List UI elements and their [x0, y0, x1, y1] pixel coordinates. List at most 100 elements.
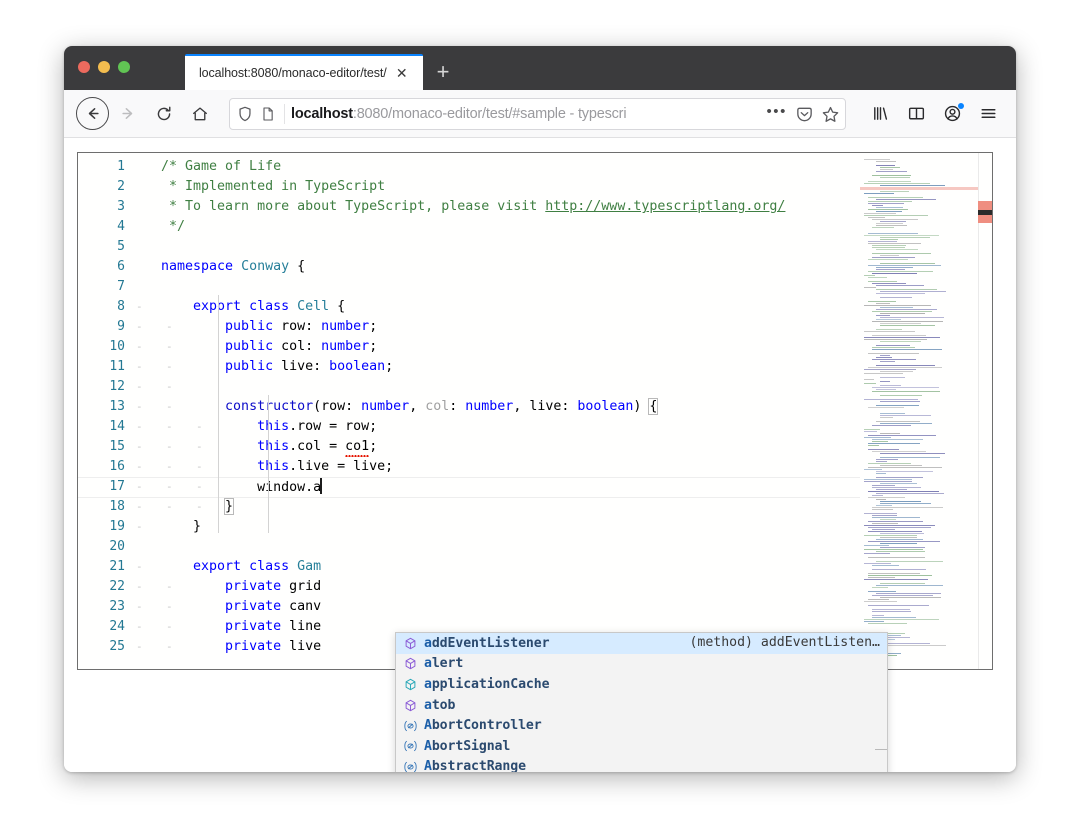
autocomplete-suggest-widget[interactable]: addEventListener (method) addEventListen…… — [395, 632, 888, 772]
editor-line[interactable]: 17‐ ‐ ‐ window.a — [78, 477, 992, 497]
editor-overview-ruler[interactable] — [978, 153, 992, 669]
page-actions-icon[interactable]: ••• — [766, 104, 787, 124]
minimap-line — [868, 367, 942, 368]
suggest-item[interactable]: alert — [396, 654, 887, 675]
monaco-editor[interactable]: 1 /* Game of Life 2 * Implemented in TypeS… — [77, 152, 993, 670]
minimap-line — [876, 267, 913, 268]
editor-minimap[interactable] — [860, 153, 978, 669]
editor-line[interactable]: 15‐ ‐ ‐ this.col = co1; — [78, 437, 992, 457]
fold-indicator[interactable]: ‐ — [136, 617, 143, 637]
account-icon[interactable] — [936, 98, 968, 130]
fold-indicator[interactable]: ‐ — [166, 377, 173, 397]
minimap-line — [868, 623, 907, 624]
shield-icon[interactable] — [236, 105, 254, 123]
library-icon[interactable] — [864, 98, 896, 130]
fold-indicator[interactable]: ‐ — [136, 337, 143, 357]
fold-indicator[interactable]: ‐ — [136, 517, 143, 537]
fold-indicator[interactable]: ‐ — [136, 357, 143, 377]
url-path: :8080/monaco-editor/test/#sample - types… — [352, 105, 627, 122]
fold-indicator[interactable]: ‐ — [136, 477, 143, 497]
suggest-item[interactable]: atob — [396, 695, 887, 716]
address-bar[interactable]: localhost:8080/monaco-editor/test/#sampl… — [229, 97, 846, 130]
minimap-line — [876, 499, 886, 500]
url-text[interactable]: localhost:8080/monaco-editor/test/#sampl… — [291, 106, 756, 122]
fold-indicator[interactable]: ‐ — [136, 557, 143, 577]
reload-icon[interactable] — [147, 97, 181, 131]
editor-line[interactable]: 18‐ ‐ ‐ } — [78, 497, 992, 517]
editor-line[interactable]: 21‐ export class Gam — [78, 557, 992, 577]
fold-indicator[interactable]: ‐ — [136, 377, 143, 397]
fold-indicator[interactable]: ‐ — [136, 457, 143, 477]
editor-line[interactable]: 14‐ ‐ ‐ this.row = row; — [78, 417, 992, 437]
suggest-item[interactable]: applicationCache — [396, 674, 887, 695]
fold-indicator[interactable]: ‐ — [136, 637, 143, 657]
editor-line[interactable]: 12‐ ‐ — [78, 377, 992, 397]
minimap-line — [864, 305, 931, 306]
editor-line[interactable]: 9‐ ‐ public row: number; — [78, 317, 992, 337]
editor-line[interactable]: 7 — [78, 277, 992, 297]
suggest-item[interactable]: AbortSignal — [396, 736, 887, 757]
error-marker-core — [978, 210, 992, 215]
editor-line[interactable]: 13‐ ‐ constructor(row: number, col: numbe… — [78, 397, 992, 417]
sidebar-icon[interactable] — [900, 98, 932, 130]
fold-indicator[interactable]: ‐ — [136, 297, 143, 317]
home-icon[interactable] — [183, 97, 217, 131]
minimap-line — [880, 401, 920, 402]
code-text: this.row = row; — [257, 419, 378, 434]
suggest-list[interactable]: addEventListener (method) addEventListen…… — [396, 633, 887, 772]
interface-icon — [401, 738, 420, 754]
close-window-button[interactable] — [78, 61, 90, 73]
error-marker[interactable] — [978, 201, 992, 223]
editor-line[interactable]: 4 */ — [78, 217, 992, 237]
back-arrow-icon[interactable] — [76, 97, 109, 130]
fold-indicator[interactable]: ‐ — [136, 397, 143, 417]
browser-tab[interactable]: localhost:8080/monaco-editor/test/ ✕ — [185, 54, 423, 90]
editor-lines[interactable]: 1 /* Game of Life 2 * Implemented in TypeS… — [78, 155, 992, 669]
editor-line[interactable]: 1 /* Game of Life — [78, 157, 992, 177]
code-text: window.a — [161, 477, 323, 498]
close-tab-icon[interactable]: ✕ — [394, 65, 410, 81]
minimap-line — [868, 209, 908, 210]
minimap-line — [880, 255, 899, 256]
suggest-item[interactable]: AbstractRange — [396, 757, 887, 772]
fold-indicator[interactable]: ‐ — [136, 497, 143, 517]
star-icon[interactable] — [821, 105, 839, 123]
suggest-item[interactable]: AbortController — [396, 715, 887, 736]
editor-line[interactable]: 8‐ export class Cell { — [78, 297, 992, 317]
editor-line[interactable]: 2 * Implemented in TypeScript — [78, 177, 992, 197]
editor-line[interactable]: 16‐ ‐ ‐ this.live = live; — [78, 457, 992, 477]
forward-arrow-icon[interactable] — [111, 97, 145, 131]
maximize-window-button[interactable] — [118, 61, 130, 73]
new-tab-button[interactable]: + — [423, 54, 463, 90]
minimap-line — [868, 527, 931, 528]
editor-line[interactable]: 22‐ ‐ private grid — [78, 577, 992, 597]
suggest-scrollbar[interactable] — [881, 633, 887, 772]
minimap-line — [880, 417, 893, 418]
suggest-scrollbar-thumb[interactable] — [881, 633, 887, 693]
editor-line[interactable]: 6 namespace Conway { — [78, 257, 992, 277]
fold-indicator[interactable]: ‐ — [136, 437, 143, 457]
minimap-line — [872, 609, 910, 610]
editor-line[interactable]: 19‐ } — [78, 517, 992, 537]
code-text: public col: number; — [225, 339, 378, 354]
fold-indicator[interactable]: ‐ — [136, 597, 143, 617]
editor-line[interactable]: 11‐ ‐ public live: boolean; — [78, 357, 992, 377]
minimap-line — [876, 223, 903, 224]
suggest-item[interactable]: addEventListener (method) addEventListen… — [396, 633, 887, 654]
editor-line[interactable]: 3 * To learn more about TypeScript, plea… — [78, 197, 992, 217]
editor-line[interactable]: 23‐ ‐ private canv — [78, 597, 992, 617]
minimap-line — [872, 349, 942, 350]
fold-indicator[interactable]: ‐ — [136, 577, 143, 597]
fold-indicator[interactable]: ‐ — [136, 417, 143, 437]
pocket-icon[interactable] — [795, 105, 813, 123]
fold-indicator[interactable]: ‐ — [136, 317, 143, 337]
minimap-line — [864, 337, 940, 338]
minimap-line — [876, 593, 941, 594]
editor-line[interactable]: 20 — [78, 537, 992, 557]
editor-line[interactable]: 10‐ ‐ public col: number; — [78, 337, 992, 357]
hamburger-menu-icon[interactable] — [972, 98, 1004, 130]
minimap-line — [876, 365, 935, 366]
minimap-line — [872, 425, 911, 426]
minimize-window-button[interactable] — [98, 61, 110, 73]
editor-line[interactable]: 5 — [78, 237, 992, 257]
